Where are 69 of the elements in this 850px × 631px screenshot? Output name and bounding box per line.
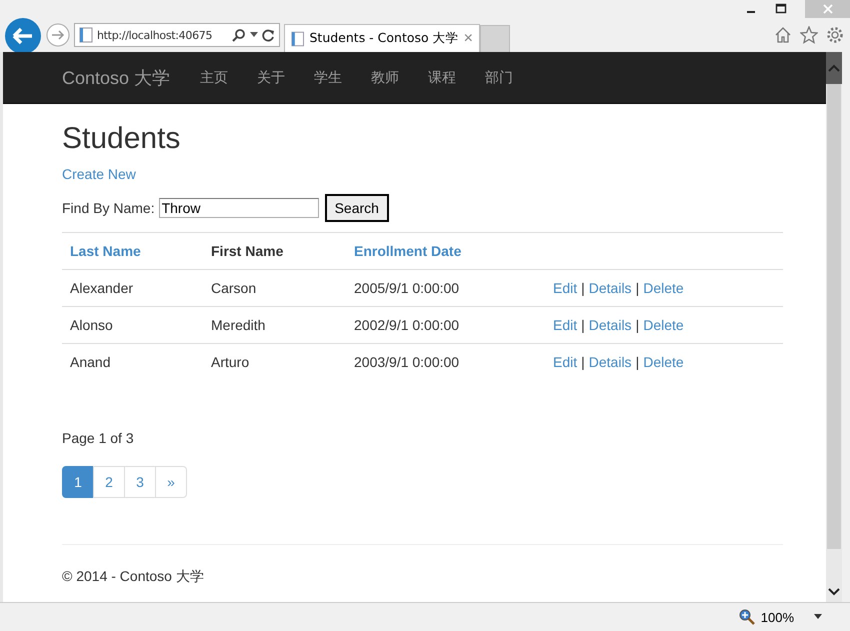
page-button[interactable]: 2 — [93, 466, 125, 498]
action-link[interactable]: Delete — [643, 354, 684, 370]
separator-text: | — [636, 354, 640, 370]
table-cell: Anand — [70, 354, 110, 370]
sort-link[interactable]: Last Name — [70, 243, 141, 259]
table-cell: 2002/9/1 0:00:00 — [354, 317, 460, 333]
page-button[interactable]: 3 — [124, 466, 156, 498]
separator-text: | — [636, 280, 640, 296]
table-cell: 2003/9/1 0:00:00 — [354, 354, 460, 370]
page-title: Students — [62, 122, 182, 156]
table-cell: Alexander — [70, 280, 134, 296]
settings-icon[interactable] — [826, 26, 844, 44]
back-button[interactable] — [4, 17, 42, 55]
dropdown-caret-icon[interactable] — [250, 32, 258, 38]
maximize-icon[interactable] — [775, 3, 787, 15]
nav-link[interactable]: 教师 — [371, 68, 400, 86]
column-header: First Name — [211, 243, 284, 259]
table-cell: Arturo — [211, 354, 250, 370]
create-new-link[interactable]: Create New — [62, 166, 136, 182]
page-summary: Page 1 of 3 — [62, 430, 135, 446]
zoom-icon[interactable] — [738, 609, 755, 625]
page-button[interactable]: » — [155, 466, 187, 498]
chevron-up-icon — [828, 64, 840, 72]
forward-button[interactable] — [46, 23, 70, 47]
search-icon[interactable] — [232, 28, 246, 42]
star-icon[interactable] — [800, 26, 818, 44]
scroll-thumb[interactable] — [827, 84, 841, 549]
action-link[interactable]: Details — [588, 280, 632, 296]
action-link[interactable]: Delete — [643, 280, 684, 296]
search-label: Find By Name: — [62, 200, 155, 216]
table-cell: Alonso — [70, 317, 113, 333]
sort-link[interactable]: Enrollment Date — [354, 243, 462, 259]
close-icon — [822, 3, 834, 15]
brand-link[interactable]: Contoso 大学 — [62, 66, 170, 90]
chevron-down-icon — [828, 588, 840, 596]
separator-text: | — [581, 317, 585, 333]
page-icon — [291, 30, 304, 46]
table-cell: 2005/9/1 0:00:00 — [354, 280, 460, 296]
action-link[interactable]: Details — [588, 354, 632, 370]
separator-text: | — [581, 280, 585, 296]
home-icon[interactable] — [774, 26, 792, 44]
refresh-icon[interactable] — [262, 28, 275, 42]
nav-link[interactable]: 关于 — [257, 68, 286, 86]
dropdown-caret-icon[interactable] — [814, 614, 822, 620]
nav-link[interactable]: 主页 — [200, 68, 228, 86]
action-link[interactable]: Delete — [643, 317, 684, 333]
table-cell: Meredith — [211, 317, 266, 333]
page-button[interactable]: 1 — [62, 466, 94, 498]
url-text: http://localhost:40675 — [97, 28, 214, 42]
page-icon — [79, 27, 93, 43]
search-button[interactable]: Search — [324, 194, 389, 222]
separator-text: | — [581, 354, 585, 370]
nav-link[interactable]: 课程 — [428, 68, 456, 86]
action-link[interactable]: Edit — [553, 354, 578, 370]
table-cell: Carson — [211, 280, 256, 296]
action-link[interactable]: Details — [588, 317, 632, 333]
tab-title: Students - Contoso 大学 — [309, 30, 459, 47]
zoom-level[interactable]: 100% — [760, 610, 794, 624]
action-link[interactable]: Edit — [553, 317, 578, 333]
scrollbar[interactable] — [826, 52, 842, 602]
footer-text: © 2014 - Contoso 大学 — [62, 568, 205, 586]
tab-close-button[interactable]: × — [464, 30, 473, 48]
browser-tab[interactable]: Students - Contoso 大学 × — [284, 24, 480, 52]
nav-link[interactable]: 部门 — [485, 68, 514, 86]
action-link[interactable]: Edit — [553, 280, 578, 296]
address-bar[interactable]: http://localhost:40675 — [74, 23, 280, 47]
nav-link[interactable]: 学生 — [314, 68, 342, 86]
separator-text: | — [636, 317, 640, 333]
search-field[interactable]: Throw — [158, 198, 319, 218]
